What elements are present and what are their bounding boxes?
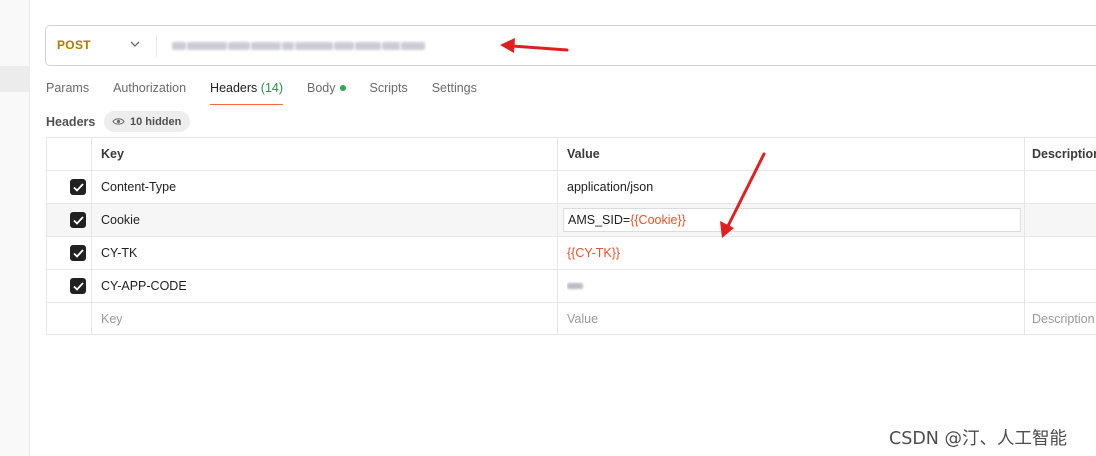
watermark: CSDN @汀、人工智能 <box>889 429 1067 449</box>
arrow-url-annotation <box>500 38 569 53</box>
arrow-value-annotation <box>720 152 766 238</box>
annotation-arrows <box>500 38 766 238</box>
